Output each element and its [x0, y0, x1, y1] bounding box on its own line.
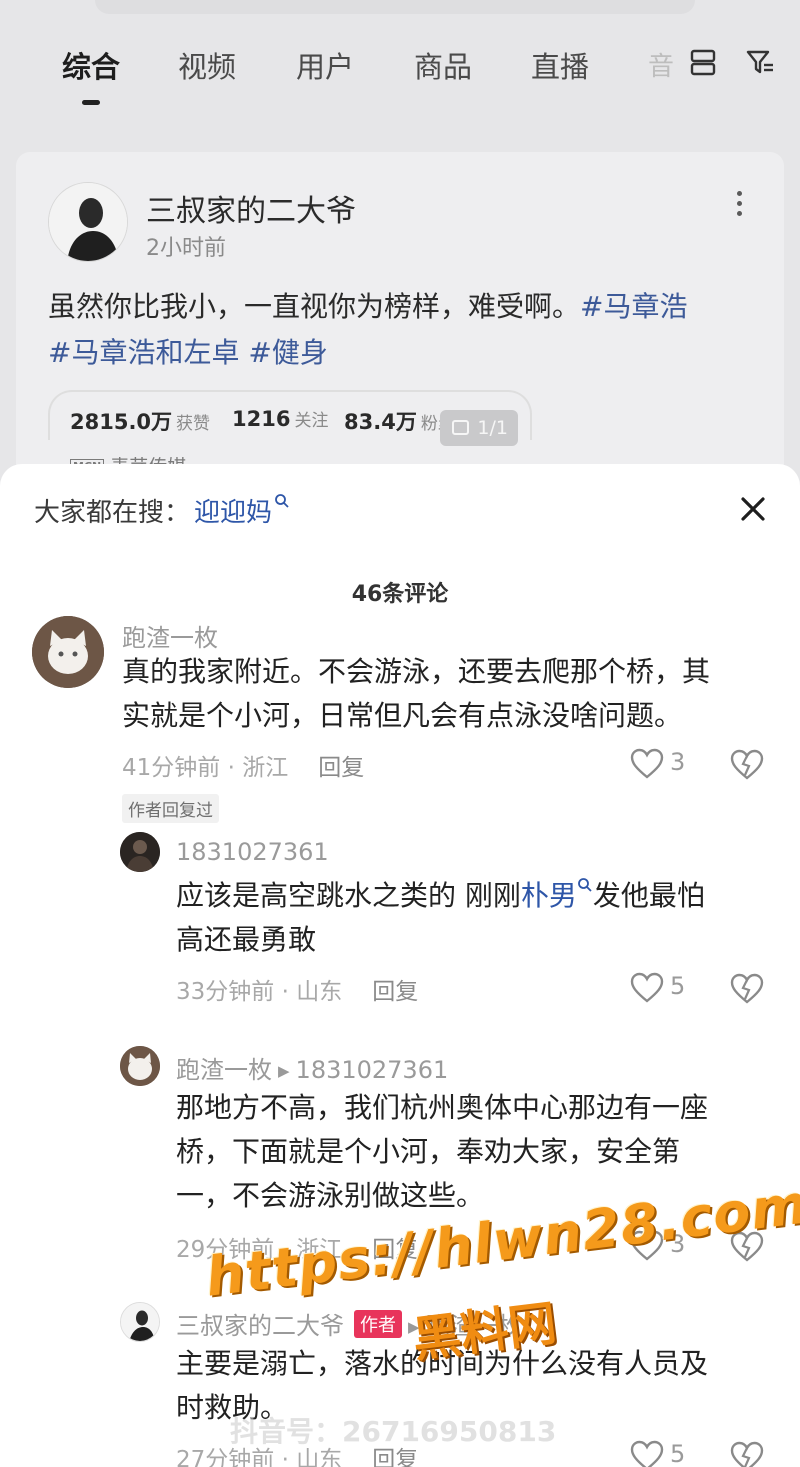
more-options-icon[interactable] [726, 188, 752, 222]
comment-username[interactable]: 1831027361 [176, 838, 329, 866]
image-page-indicator: 1/1 [440, 410, 518, 446]
broken-heart-icon[interactable] [730, 1440, 764, 1467]
reply-button[interactable]: 回复 [372, 979, 418, 1005]
like-button[interactable]: 3 [630, 744, 710, 784]
comment-meta: 33分钟前 · 山东 回复 [176, 979, 419, 1005]
comment-text: 真的我家附近。不会游泳，还要去爬那个桥，其 实就是个小河，日常但凡会有点泳没啥问题… [122, 655, 711, 732]
post-body: 虽然你比我小，一直视你为榜样，难受啊。 [48, 290, 581, 323]
comment-item: 跑渣一枚 真的我家附近。不会游泳，还要去爬那个桥，其 实就是个小河，日常但凡会有点… [0, 612, 800, 812]
author-avatar[interactable] [48, 182, 128, 262]
heart-icon [630, 748, 664, 779]
stat-likes: 2815.0万 获赞 [70, 410, 211, 434]
hashtag[interactable]: #马章浩 [580, 290, 687, 323]
like-button[interactable]: 5 [630, 968, 710, 1008]
tab-comprehensive[interactable]: 综合 [62, 44, 120, 86]
layout-toggle-icon[interactable] [690, 48, 716, 76]
search-bar-remnant [95, 0, 695, 14]
cat-avatar-icon [120, 1046, 160, 1086]
reply-button[interactable]: 回复 [372, 1447, 418, 1467]
like-count: 5 [670, 972, 686, 1000]
heart-icon [630, 1440, 664, 1467]
search-icon [578, 878, 592, 892]
person-photo-icon [49, 183, 127, 261]
trending-search-link[interactable]: 迎迎妈 [194, 494, 290, 528]
hashtag[interactable]: #健身 [248, 336, 327, 369]
comment-text: 应该是高空跳水之类的 刚刚朴男 发他最怕 高还最勇敢 [176, 878, 705, 956]
author-badge: 作者 [354, 1310, 402, 1338]
tab-music-faded[interactable]: 音 [648, 46, 674, 83]
like-count: 5 [670, 1440, 686, 1467]
comment-meta: 41分钟前 · 浙江 回复 [122, 755, 365, 781]
tab-users[interactable]: 用户 [296, 44, 354, 86]
broken-heart-icon[interactable] [730, 748, 764, 782]
close-icon[interactable] [736, 492, 770, 526]
avatar[interactable] [120, 1302, 160, 1342]
search-keyword-link[interactable]: 朴男 [521, 878, 593, 912]
author-replied-badge: 作者回复过 [122, 794, 219, 823]
like-button[interactable]: 5 [630, 1436, 710, 1467]
avatar[interactable] [120, 1046, 160, 1086]
author-name[interactable]: 三叔家的二大爷 [146, 186, 356, 230]
post-text: 虽然你比我小，一直视你为榜样，难受啊。#马章浩 #马章浩和左卓 #健身 [48, 284, 768, 376]
reply-to-username[interactable]: 1831027361 [296, 1056, 449, 1084]
watermark-douyin-id: 抖音号：26716950813 [230, 1415, 557, 1448]
hashtag[interactable]: #马章浩和左卓 [48, 336, 239, 369]
search-icon [275, 494, 289, 508]
reply-item: 1831027361 应该是高空跳水之类的 刚刚朴男 发他最怕 高还最勇敢 33分钟… [0, 832, 800, 1022]
avatar[interactable] [32, 616, 104, 688]
heart-icon [630, 972, 664, 1003]
filter-icon[interactable] [746, 48, 774, 76]
reply-arrow-icon: ▶ [278, 1062, 290, 1080]
comment-username[interactable]: 跑渣一枚 [122, 618, 218, 653]
broken-heart-icon[interactable] [730, 972, 764, 1006]
person-photo-icon [120, 832, 160, 872]
stat-following: 1216 关注 [232, 407, 329, 431]
like-count: 3 [670, 748, 686, 776]
tab-video[interactable]: 视频 [178, 44, 236, 86]
tab-live[interactable]: 直播 [531, 44, 589, 86]
comment-username: 跑渣一枚 ▶ 1831027361 [176, 1056, 449, 1084]
comment-count: 46条评论 [351, 582, 449, 607]
gallery-icon [452, 420, 469, 435]
post-time: 2小时前 [146, 236, 226, 261]
cat-avatar-icon [32, 616, 104, 688]
active-tab-indicator [82, 100, 100, 105]
stat-followers: 83.4万 粉丝 [344, 410, 455, 434]
avatar[interactable] [120, 832, 160, 872]
reply-button[interactable]: 回复 [318, 755, 364, 781]
comment-sheet: 大家都在搜： 迎迎妈 46条评论 跑渣一枚 真的我家附近。不会游泳，还要去爬那个桥… [0, 464, 800, 1467]
trending-search-hint: 大家都在搜： 迎迎妈 [34, 492, 290, 529]
person-photo-icon [121, 1303, 159, 1341]
tab-products[interactable]: 商品 [414, 44, 472, 86]
